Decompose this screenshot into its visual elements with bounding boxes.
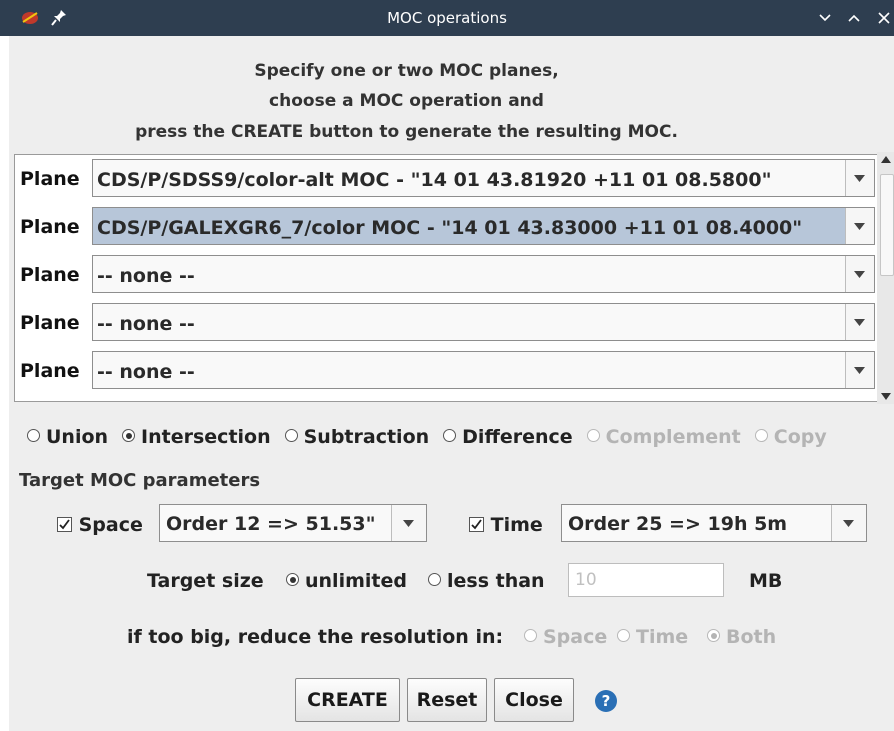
plane-row: Plane -- none --	[15, 301, 880, 345]
space-label: Space	[78, 514, 143, 536]
radio-unlimited[interactable]: unlimited	[286, 570, 407, 592]
plane-row: Plane -- none --	[15, 253, 880, 297]
plane-select-value: CDS/P/SDSS9/color-alt MOC - "14 01 43.81…	[97, 169, 772, 191]
dropdown-arrow-icon[interactable]	[845, 208, 874, 244]
radio-label: Copy	[773, 426, 827, 448]
operation-radio-group: Union Intersection Subtraction Difference Co…	[27, 426, 841, 448]
radio-label: Time	[636, 626, 689, 648]
size-unit-label: MB	[749, 570, 783, 592]
reduce-resolution-label: if too big, reduce the resolution in:	[127, 626, 504, 648]
plane-select[interactable]: -- none --	[92, 303, 875, 341]
target-section-title: Target MOC parameters	[19, 470, 261, 491]
radio-reduce-both: Both	[707, 626, 776, 648]
radio-label: Space	[543, 626, 608, 648]
radio-button-icon	[524, 629, 537, 642]
checkbox-icon[interactable]	[57, 517, 72, 532]
radio-button-icon[interactable]	[286, 573, 299, 586]
dropdown-arrow-icon[interactable]	[391, 505, 426, 541]
space-checkbox[interactable]: Space	[57, 514, 143, 536]
radio-button-icon[interactable]	[27, 429, 40, 442]
plane-select[interactable]: CDS/P/GALEXGR6_7/color MOC - "14 01 43.8…	[92, 207, 875, 245]
close-icon[interactable]	[876, 10, 892, 26]
space-order-value: Order 12 => 51.53"	[166, 513, 376, 535]
radio-label: Intersection	[141, 426, 271, 448]
radio-label: Both	[726, 626, 777, 648]
radio-less-than[interactable]: less than	[428, 570, 545, 592]
instruction-line: Specify one or two MOC planes,	[254, 61, 559, 81]
plane-label: Plane	[20, 360, 80, 382]
scroll-down-icon[interactable]	[881, 393, 891, 400]
radio-intersection[interactable]: Intersection	[122, 426, 271, 448]
time-label: Time	[490, 514, 543, 536]
radio-subtraction[interactable]: Subtraction	[284, 426, 430, 448]
radio-button-icon[interactable]	[443, 429, 457, 442]
target-size-input[interactable]	[568, 563, 724, 597]
radio-button-icon[interactable]	[284, 429, 298, 442]
reset-button[interactable]: Reset	[407, 678, 487, 722]
plane-label: Plane	[20, 264, 80, 286]
plane-label: Plane	[20, 168, 80, 190]
radio-button-icon	[707, 629, 720, 642]
chevron-up-icon[interactable]	[846, 10, 862, 26]
instruction-line: choose a MOC operation and	[269, 91, 544, 111]
plane-select-value: -- none --	[97, 361, 195, 383]
radio-reduce-time: Time	[617, 626, 688, 648]
radio-label: Subtraction	[303, 426, 430, 448]
window-title: MOC operations	[387, 9, 507, 27]
radio-copy: Copy	[754, 426, 827, 448]
help-icon[interactable]: ?	[594, 689, 618, 713]
scroll-up-icon[interactable]	[881, 156, 891, 163]
space-order-select[interactable]: Order 12 => 51.53"	[159, 504, 427, 542]
dropdown-arrow-icon[interactable]	[831, 505, 866, 541]
instruction-line: press the CREATE button to generate the …	[135, 122, 678, 142]
radio-union[interactable]: Union	[27, 426, 108, 448]
plane-select[interactable]: CDS/P/SDSS9/color-alt MOC - "14 01 43.81…	[92, 159, 875, 197]
plane-select-value: -- none --	[97, 265, 195, 287]
moc-operations-dialog: Specify one or two MOC planes, choose a …	[9, 36, 894, 731]
radio-button-icon[interactable]	[428, 573, 441, 586]
radio-button-icon	[586, 429, 600, 442]
plane-row: Plane CDS/P/GALEXGR6_7/color MOC - "14 0…	[15, 205, 880, 249]
planes-list: Plane CDS/P/SDSS9/color-alt MOC - "14 01…	[14, 154, 885, 402]
target-size-label: Target size	[147, 570, 264, 592]
radio-button-icon[interactable]	[122, 429, 136, 442]
radio-button-icon	[617, 629, 630, 642]
svg-text:?: ?	[602, 692, 611, 710]
plane-row: Plane -- none --	[15, 349, 880, 393]
radio-button-icon	[754, 429, 768, 442]
radio-label: less than	[447, 570, 545, 592]
plane-label: Plane	[20, 216, 80, 238]
create-button[interactable]: CREATE	[295, 678, 400, 722]
plane-select[interactable]: -- none --	[92, 255, 875, 293]
plane-select-value: -- none --	[97, 313, 195, 335]
close-button[interactable]: Close	[494, 678, 574, 722]
dropdown-arrow-icon[interactable]	[845, 160, 874, 196]
plane-select-value: CDS/P/GALEXGR6_7/color MOC - "14 01 43.8…	[97, 217, 803, 239]
chevron-down-icon[interactable]	[817, 10, 833, 26]
checkbox-icon[interactable]	[469, 517, 484, 532]
plane-select[interactable]: -- none --	[92, 351, 875, 389]
radio-complement: Complement	[586, 426, 741, 448]
time-order-value: Order 25 => 19h 5m	[568, 513, 788, 535]
dropdown-arrow-icon[interactable]	[845, 304, 874, 340]
plane-label: Plane	[20, 312, 80, 334]
radio-difference[interactable]: Difference	[443, 426, 573, 448]
radio-label: Complement	[605, 426, 741, 448]
radio-label: Union	[46, 426, 109, 448]
dropdown-arrow-icon[interactable]	[845, 352, 874, 388]
planes-scrollbar[interactable]	[877, 152, 894, 404]
dropdown-arrow-icon[interactable]	[845, 256, 874, 292]
window-titlebar[interactable]: MOC operations	[0, 0, 894, 36]
scrollbar-thumb[interactable]	[880, 174, 894, 276]
plane-row: Plane CDS/P/SDSS9/color-alt MOC - "14 01…	[15, 157, 880, 201]
radio-reduce-space: Space	[524, 626, 607, 648]
time-order-select[interactable]: Order 25 => 19h 5m	[561, 504, 867, 542]
radio-label: Difference	[462, 426, 573, 448]
radio-label: unlimited	[305, 570, 407, 592]
time-checkbox[interactable]: Time	[469, 514, 543, 536]
